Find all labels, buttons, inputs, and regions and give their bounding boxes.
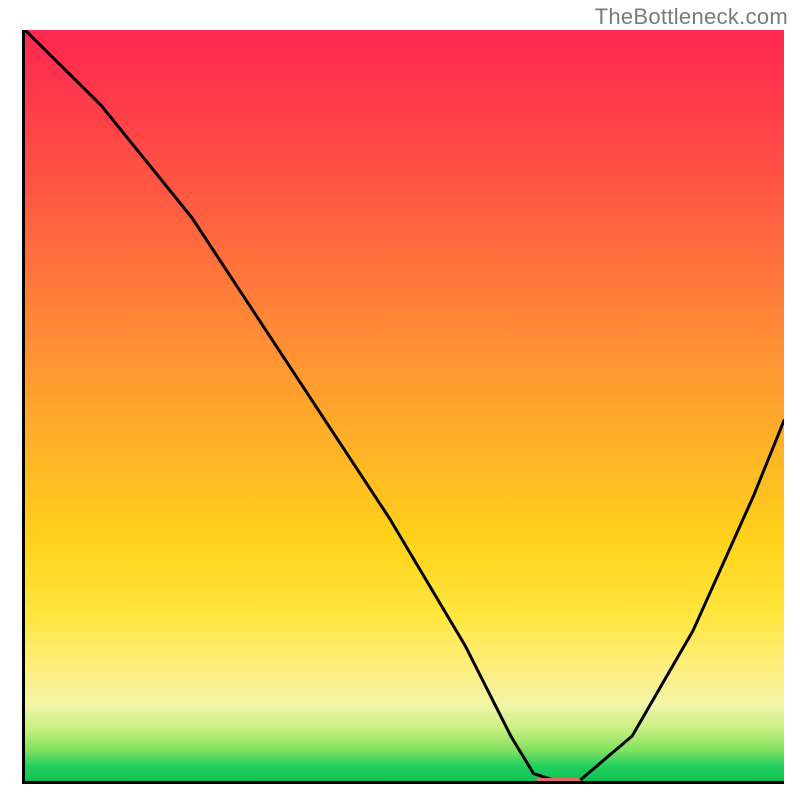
plot-area [22, 30, 784, 784]
optimal-marker [536, 778, 582, 784]
watermark-text: TheBottleneck.com [595, 4, 788, 30]
chart-stage: TheBottleneck.com [0, 0, 800, 800]
curve-svg [25, 30, 784, 781]
bottleneck-curve-path [25, 30, 784, 781]
